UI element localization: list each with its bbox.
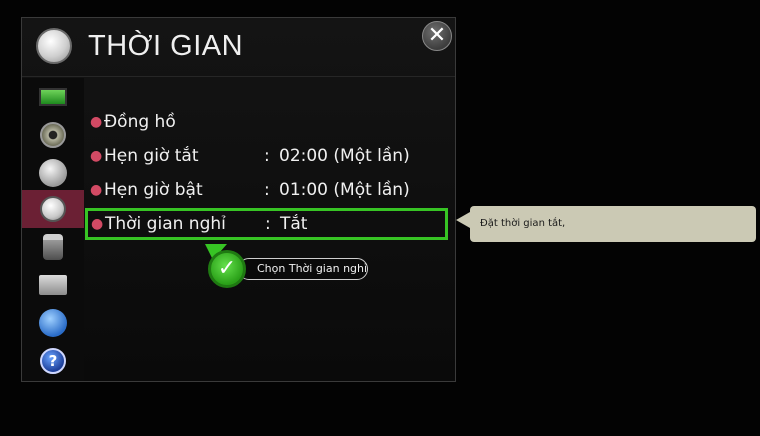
check-icon: ✓	[208, 250, 246, 288]
sidebar-item-network[interactable]	[22, 304, 84, 342]
option-icon	[39, 275, 67, 295]
menu-item-sleep-timer[interactable]: ● Thời gian nghỉ : Tắt	[85, 208, 448, 240]
sound-icon	[40, 122, 66, 148]
time-settings-panel: THỜI GIAN ✕ ? ● Đồng hồ ● Hẹn giờ tắt: …	[21, 17, 456, 382]
bullet-icon: ●	[90, 148, 103, 164]
bullet-icon: ●	[90, 182, 103, 198]
close-icon[interactable]: ✕	[422, 21, 452, 51]
menu-item-label: Thời gian nghỉ	[105, 214, 226, 234]
help-tooltip: Đặt thời gian tắt,	[470, 206, 756, 242]
sidebar-item-lock[interactable]	[22, 228, 84, 266]
tooltip-arrow	[456, 212, 470, 228]
lock-icon	[43, 234, 63, 260]
settings-sidebar: ?	[22, 78, 84, 381]
sidebar-item-picture[interactable]	[22, 78, 84, 116]
bullet-icon: ●	[91, 216, 104, 232]
menu-item-separator: :	[264, 146, 270, 166]
menu-item-label: Hẹn giờ bật	[104, 180, 203, 200]
menu-item-on-timer[interactable]: ● Hẹn giờ bật : 01:00 (Một lần)	[90, 175, 438, 205]
channel-icon	[39, 159, 67, 187]
network-icon	[39, 309, 67, 337]
page-title: THỜI GIAN	[88, 30, 244, 62]
picture-icon	[39, 88, 67, 106]
menu-item-separator: :	[264, 180, 270, 200]
sidebar-item-option[interactable]	[22, 266, 84, 304]
support-icon: ?	[40, 348, 66, 374]
panel-header: THỜI GIAN ✕	[22, 18, 455, 77]
menu-item-value: 01:00 (Một lần)	[279, 180, 410, 200]
menu-item-value: 02:00 (Một lần)	[279, 146, 410, 166]
menu-item-label: Hẹn giờ tắt	[104, 146, 199, 166]
sidebar-item-time[interactable]	[22, 190, 84, 228]
menu-item-off-timer[interactable]: ● Hẹn giờ tắt : 02:00 (Một lần)	[90, 141, 438, 171]
menu-item-label: Đồng hồ	[104, 112, 176, 132]
hint-text: Chọn Thời gian nghỉ	[257, 262, 368, 275]
sidebar-item-sound[interactable]	[22, 116, 84, 154]
time-icon	[40, 196, 66, 222]
clock-icon	[36, 28, 72, 64]
menu-item-separator: :	[265, 214, 271, 234]
bullet-icon: ●	[90, 114, 103, 130]
sidebar-item-support[interactable]: ?	[22, 342, 84, 380]
hint-label: Chọn Thời gian nghỉ	[238, 258, 368, 280]
sidebar-item-channel[interactable]	[22, 154, 84, 192]
menu-item-clock[interactable]: ● Đồng hồ	[90, 107, 438, 137]
menu-item-value: Tắt	[280, 214, 308, 234]
